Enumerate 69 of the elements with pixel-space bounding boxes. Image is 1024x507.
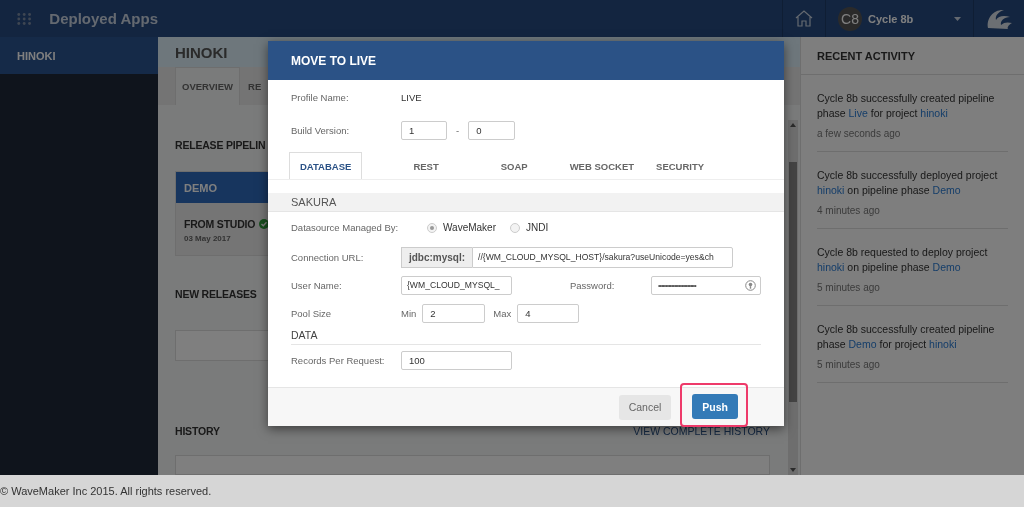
activity-link[interactable]: hinoki bbox=[817, 261, 845, 273]
push-button[interactable]: Push bbox=[692, 394, 738, 419]
scroll-thumb[interactable] bbox=[789, 162, 797, 402]
tab[interactable]: OVERVIEW bbox=[175, 67, 241, 105]
field-label: Datasource Managed By: bbox=[291, 222, 400, 233]
activity-time: 5 minutes ago bbox=[817, 359, 881, 370]
app-title: Deployed Apps bbox=[49, 10, 158, 27]
input-field[interactable]: 4 bbox=[517, 303, 580, 323]
grid-menu-icon[interactable] bbox=[17, 11, 32, 26]
separator-text: - bbox=[455, 124, 461, 136]
field-label: Records Per Request: bbox=[291, 354, 386, 366]
section-header: SAKURA bbox=[268, 193, 784, 212]
activity-text: Cycle 8b requested to deploy project hinoki on pipeline phase Demo bbox=[817, 245, 989, 275]
home-icon[interactable] bbox=[795, 10, 813, 27]
sidebar-item[interactable]: HINOKI bbox=[0, 37, 158, 74]
activity-text: Cycle 8b successfully created pipeline phase Live for project hinoki bbox=[817, 91, 996, 121]
profile-value: LIVE bbox=[401, 91, 423, 103]
activity-time: 4 minutes ago bbox=[817, 205, 881, 216]
radio-icon[interactable] bbox=[427, 222, 437, 233]
radio-icon[interactable] bbox=[510, 222, 520, 233]
field-label: Build Version: bbox=[291, 124, 351, 136]
field-label: User Name: bbox=[291, 279, 343, 291]
activity-text: Cycle 8b successfully deployed project hinoki on pipeline phase Demo bbox=[817, 168, 999, 198]
dialog-title: MOVE TO LIVE bbox=[268, 41, 784, 80]
section-heading: DATA bbox=[291, 329, 761, 345]
activity-text: Cycle 8b successfully created pipeline phase Demo for project hinoki bbox=[817, 322, 996, 352]
caret-icon[interactable] bbox=[954, 16, 961, 21]
date-label: 03 May 2017 bbox=[184, 234, 232, 243]
input-field[interactable]: 2 bbox=[422, 303, 486, 323]
history-link[interactable]: VIEW COMPLETE HISTORY bbox=[633, 425, 770, 437]
activity-link[interactable]: Demo bbox=[932, 184, 961, 196]
field-label: Min bbox=[401, 307, 417, 319]
tab[interactable]: DATABASE bbox=[289, 152, 363, 179]
section-title: RELEASE PIPELIN bbox=[175, 139, 267, 151]
scroll-up-icon[interactable] bbox=[790, 123, 796, 127]
source-label: FROM STUDIO bbox=[184, 218, 256, 230]
activity-link[interactable]: hinoki bbox=[929, 338, 957, 350]
section-title: HISTORY bbox=[175, 425, 220, 437]
activity-time: a few seconds ago bbox=[817, 128, 902, 139]
activity-link[interactable]: Demo bbox=[848, 338, 877, 350]
scrollbar[interactable] bbox=[788, 120, 798, 475]
input-field[interactable]: {WM_CLOUD_MYSQL_ bbox=[401, 275, 512, 295]
input-field[interactable]: 0 bbox=[468, 120, 516, 140]
user-avatar[interactable]: C8 bbox=[838, 6, 862, 31]
field-label: Profile Name: bbox=[291, 91, 350, 103]
activity-link[interactable]: hinoki bbox=[817, 184, 845, 196]
input-field[interactable]: 1 bbox=[401, 120, 447, 140]
cancel-button[interactable]: Cancel bbox=[618, 394, 672, 420]
section-title: NEW RELEASES bbox=[175, 288, 258, 300]
tab[interactable]: RE bbox=[242, 67, 268, 105]
panel-title: RECENT ACTIVITY bbox=[801, 37, 1024, 75]
scroll-down-icon[interactable] bbox=[790, 468, 796, 472]
activity-link[interactable]: Demo bbox=[932, 261, 961, 273]
field-label: Password: bbox=[570, 279, 615, 291]
footer-text: © WaveMaker Inc 2015. All rights reserved. bbox=[0, 475, 1024, 507]
activity-link[interactable]: hinoki bbox=[920, 107, 948, 119]
input-field[interactable]: 100 bbox=[401, 350, 512, 370]
field-label: Max bbox=[493, 307, 512, 319]
user-name[interactable]: Cycle 8b bbox=[868, 12, 948, 25]
eye-icon[interactable] bbox=[745, 279, 756, 291]
activity-link[interactable]: Live bbox=[848, 107, 868, 119]
field-label: Pool Size bbox=[291, 307, 333, 319]
activity-time: 5 minutes ago bbox=[817, 282, 881, 293]
radio-option[interactable]: WaveMaker bbox=[427, 222, 496, 233]
wave-logo-icon bbox=[986, 7, 1012, 30]
url-prefix: jdbc:mysql: bbox=[401, 246, 472, 268]
radio-option[interactable]: JNDI bbox=[510, 222, 549, 233]
field-label: Connection URL: bbox=[291, 251, 365, 263]
input-field[interactable]: //{WM_CLOUD_MYSQL_HOST}/sakura?useUnicode=yes&ch bbox=[472, 246, 733, 268]
